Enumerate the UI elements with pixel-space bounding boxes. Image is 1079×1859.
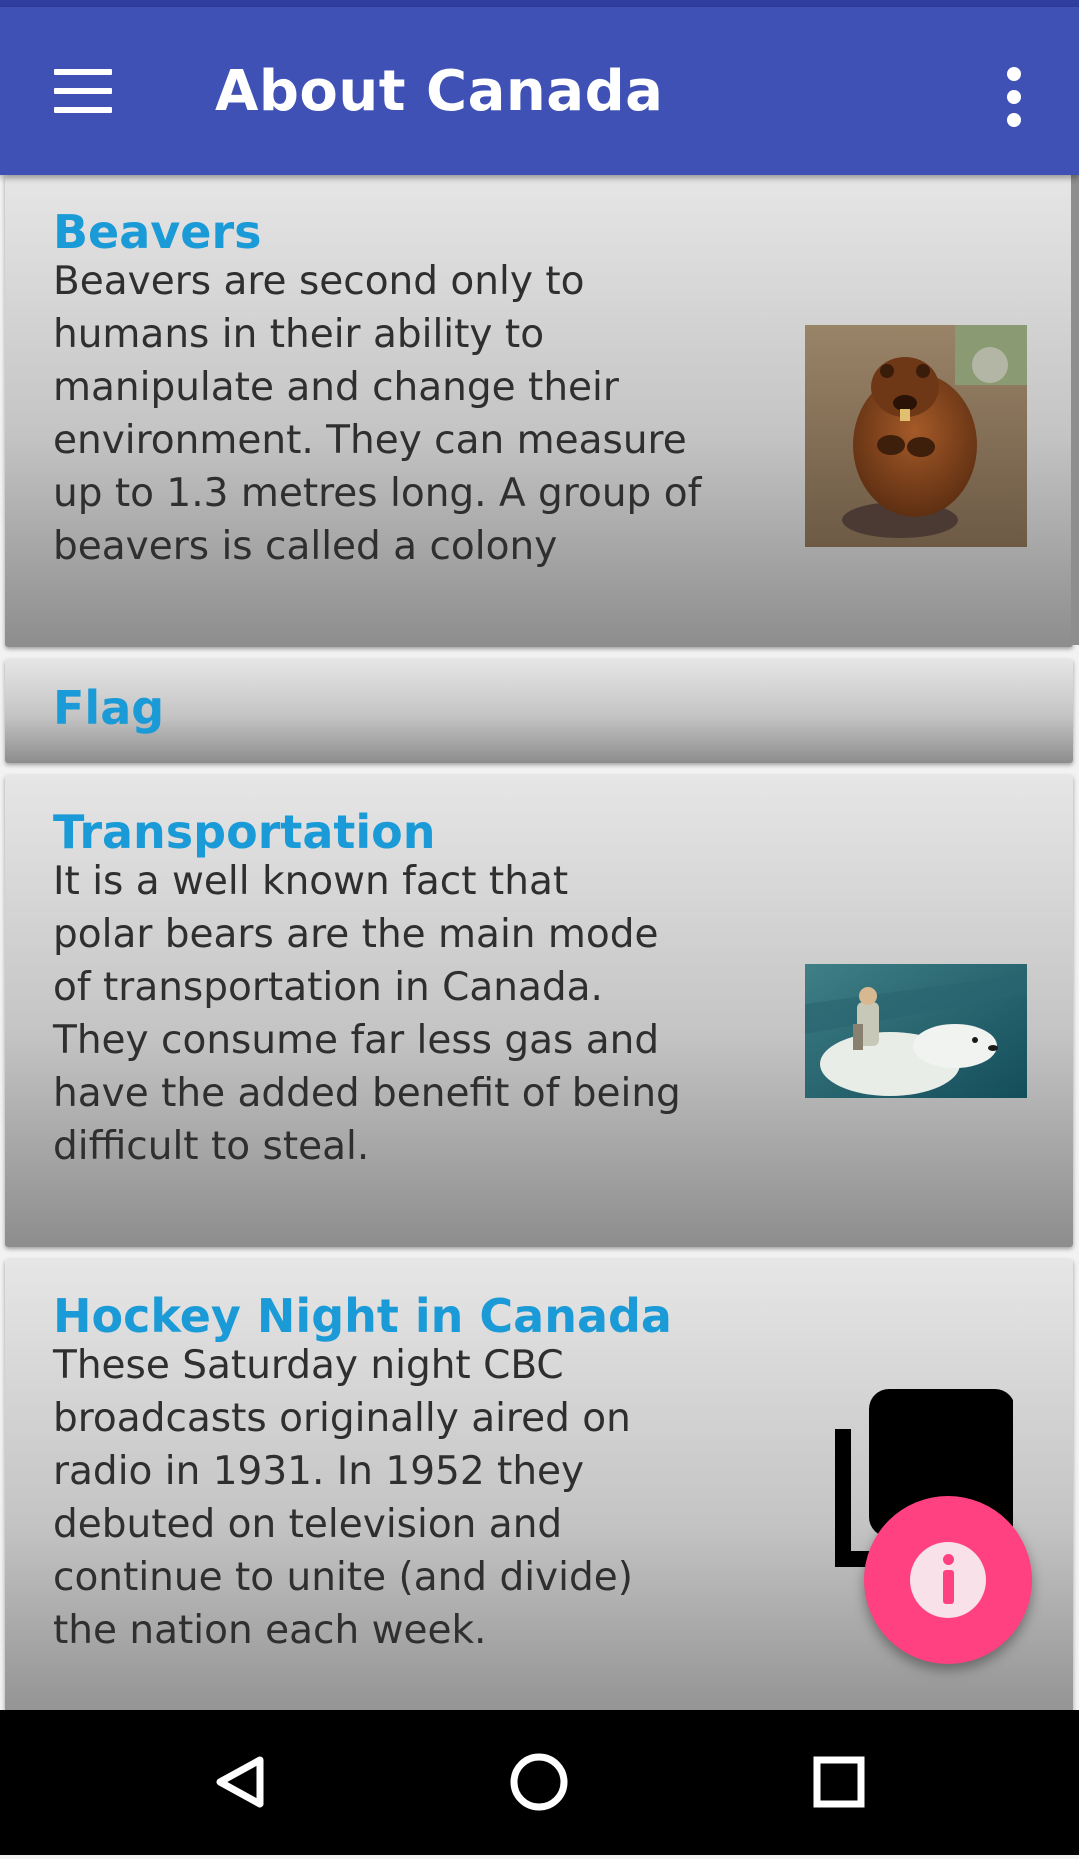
status-bar: [0, 0, 1079, 7]
hamburger-menu-icon[interactable]: [54, 69, 112, 113]
card-title: Flag: [53, 681, 165, 735]
card-beavers[interactable]: Beavers Beavers are second only to human…: [5, 175, 1073, 647]
polar-bear-rider-photo: [805, 964, 1027, 1098]
more-vertical-icon[interactable]: [1000, 67, 1030, 127]
card-body: Beavers are second only to humans in the…: [53, 259, 702, 569]
beaver-photo: [805, 325, 1027, 547]
card-list[interactable]: Beavers Beavers are second only to human…: [0, 175, 1079, 1710]
scrollbar[interactable]: [1071, 175, 1079, 645]
card-body: It is a well known fact that polar bears…: [53, 859, 681, 1169]
navigation-bar: [0, 1710, 1079, 1855]
recents-icon[interactable]: [769, 1710, 909, 1855]
home-icon[interactable]: [469, 1710, 609, 1855]
card-transportation[interactable]: Transportation It is a well known fact t…: [5, 775, 1073, 1247]
info-icon: [910, 1542, 986, 1618]
back-icon[interactable]: [170, 1710, 310, 1855]
info-fab-button[interactable]: [864, 1496, 1032, 1664]
card-title: Beavers: [53, 205, 262, 259]
card-title: Transportation: [53, 805, 436, 859]
card-body: These Saturday night CBC broadcasts orig…: [53, 1343, 633, 1653]
app-bar: About Canada: [0, 7, 1079, 175]
page-title: About Canada: [215, 59, 664, 124]
card-title: Hockey Night in Canada: [53, 1289, 672, 1343]
card-flag[interactable]: Flag: [5, 659, 1073, 763]
